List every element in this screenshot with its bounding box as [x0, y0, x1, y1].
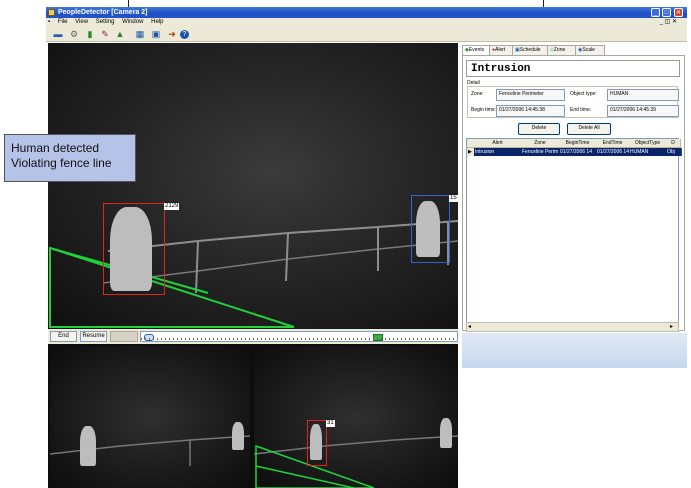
end-button[interactable]: End: [50, 331, 77, 342]
mdi-controls[interactable]: _ ◫ ✕: [660, 18, 677, 27]
table-row[interactable]: Obj: [666, 148, 682, 156]
wrench-icon[interactable]: ⚙: [68, 29, 80, 40]
tab-label: Scale: [582, 47, 595, 53]
help-icon[interactable]: ?: [180, 30, 189, 39]
display-icon[interactable]: ▣: [150, 29, 162, 40]
timeline-slider[interactable]: [140, 331, 458, 342]
table-row[interactable]: 01/27/2006 14: [596, 148, 631, 156]
tab-label: Alert: [495, 47, 506, 53]
detection-id: 15: [449, 195, 458, 202]
person-figure: [440, 418, 452, 448]
delete-button[interactable]: Delete: [518, 123, 560, 135]
detection-id: 2129: [164, 203, 180, 210]
callout-line-1: Human detected: [11, 141, 100, 155]
end-time-label: End time:: [570, 107, 592, 113]
grid-horizontal-scrollbar[interactable]: ◂ ▸: [466, 322, 679, 332]
grid-header[interactable]: Zone: [521, 139, 560, 148]
zone-label: Zone:: [471, 91, 484, 97]
detection-callout: Human detected Violating fence line: [4, 134, 136, 182]
table-row[interactable]: Fenceline Perim: [521, 148, 561, 156]
exit-icon[interactable]: ➜: [166, 29, 178, 40]
detection-box[interactable]: [307, 420, 327, 466]
close-button[interactable]: ✕: [674, 8, 683, 17]
chart-icon[interactable]: ▮: [84, 29, 96, 40]
main-video-view[interactable]: 2129 15: [48, 43, 458, 329]
thumbnail-view-2[interactable]: 31: [254, 346, 458, 488]
grid-icon[interactable]: ▦: [134, 29, 146, 40]
disabled-button: [110, 331, 138, 342]
person-figure: [232, 422, 244, 450]
begin-time-label: Begin time:: [471, 107, 497, 113]
tools-icon[interactable]: ✎: [99, 29, 111, 40]
menu-bar: ▪ File View Setting Window Help _ ◫ ✕: [46, 18, 687, 27]
object-type-label: Object type:: [570, 91, 597, 97]
events-grid[interactable]: Alert Zone BeginTime EndTime ObjectType …: [466, 138, 682, 332]
tab-label: Schedule: [519, 47, 541, 53]
grid-header[interactable]: ObjectType: [629, 139, 667, 148]
maximize-button[interactable]: □: [662, 8, 671, 17]
begin-time-field: 01/27/2006 14:45:38: [496, 105, 565, 117]
panel-tabs: ◆Events ●Alert ▣Schedule ◇Zone ◉Scale: [462, 45, 687, 57]
timeline-ticks: [141, 338, 457, 340]
thumbnail-strip: 31: [48, 344, 458, 488]
menu-window[interactable]: Window: [122, 19, 143, 25]
minimize-button[interactable]: _: [651, 8, 660, 17]
grid-header[interactable]: EndTime: [596, 139, 630, 148]
grid-header[interactable]: Alert: [474, 139, 522, 148]
detection-box[interactable]: [103, 203, 165, 295]
doc-icon: ▪: [48, 19, 51, 25]
menu-view[interactable]: View: [75, 19, 88, 25]
detail-group: Zone: Fenceline Perimeter Object type: H…: [467, 86, 679, 118]
thumb-scene: [50, 435, 250, 466]
tab-label: Zone: [553, 47, 566, 53]
app-icon: [48, 9, 55, 16]
grid-header[interactable]: BeginTime: [559, 139, 597, 148]
menu-file[interactable]: File: [58, 19, 68, 25]
resume-button[interactable]: Resume: [80, 331, 107, 342]
person-figure: [80, 426, 96, 466]
scroll-left-icon[interactable]: ◂: [468, 324, 475, 330]
panel-footer: [462, 333, 687, 368]
scroll-right-icon[interactable]: ▸: [670, 324, 677, 330]
table-row[interactable]: HUMAN: [629, 148, 668, 156]
callout-line-2: Violating fence line: [11, 156, 112, 170]
tab-label: Events: [468, 47, 485, 53]
detection-id: 31: [326, 420, 335, 427]
table-row[interactable]: Intrusion: [474, 148, 523, 156]
menu-setting[interactable]: Setting: [96, 19, 115, 25]
window-title: PeopleDetector [Camera 2]: [46, 7, 687, 18]
delete-all-button[interactable]: Delete All: [567, 123, 611, 135]
thumbnail-view-1[interactable]: [50, 346, 250, 488]
zone-field: Fenceline Perimeter: [496, 89, 565, 101]
object-type-field: HUMAN: [607, 89, 679, 101]
camera-icon[interactable]: ▬: [52, 29, 64, 40]
table-row[interactable]: 01/27/2006 14: [559, 148, 598, 156]
end-time-field: 01/27/2006 14:45:39: [607, 105, 679, 117]
thumb-scene: [254, 435, 458, 488]
menu-help[interactable]: Help: [151, 19, 163, 25]
detection-box[interactable]: [411, 195, 450, 263]
event-title: Intrusion: [466, 60, 680, 77]
map-icon[interactable]: ▲: [114, 29, 126, 40]
grid-header[interactable]: D: [666, 139, 681, 148]
